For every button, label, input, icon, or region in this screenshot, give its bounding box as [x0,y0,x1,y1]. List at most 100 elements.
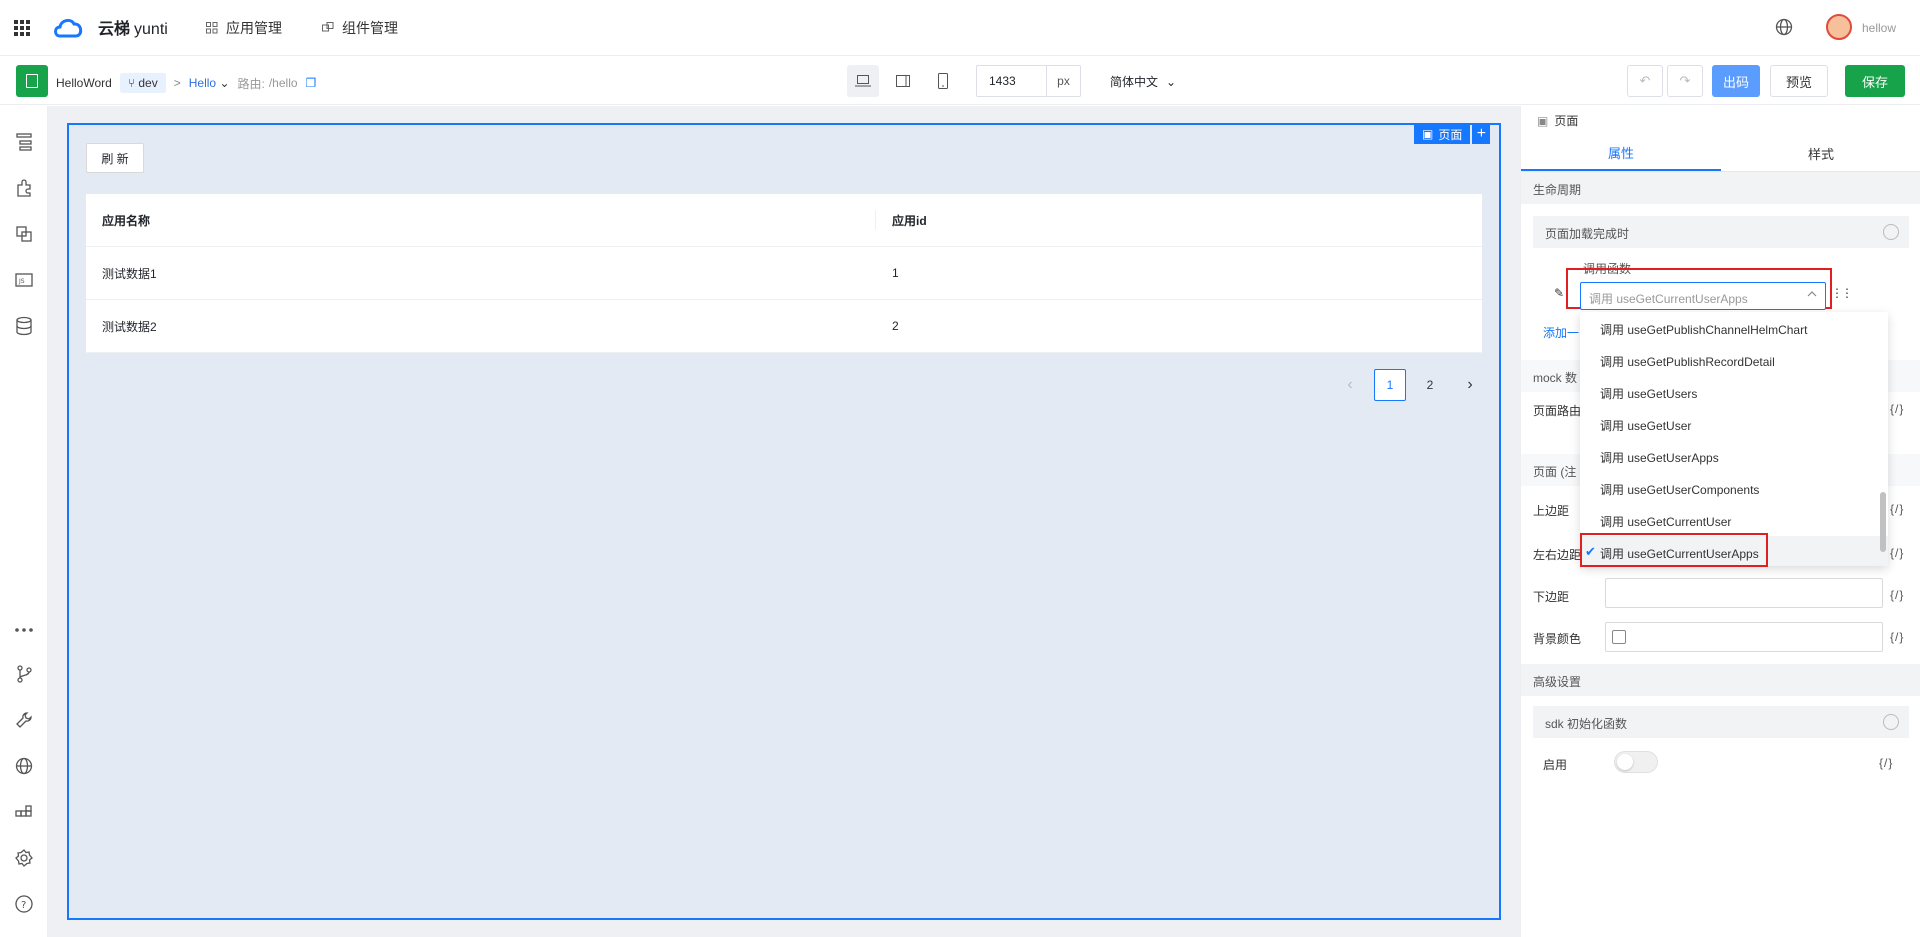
language-select[interactable]: 简体中文 ⌄ [1110,73,1176,90]
lifecycle-event[interactable]: 页面加载完成时 [1533,216,1909,248]
add-action-link[interactable]: 添加一 [1543,324,1579,341]
top-bar: 云梯 yunti 应用管理 组件管理 hellow [0,0,1920,56]
user-name[interactable]: hellow [1862,21,1896,35]
lifecycle-section[interactable]: 生命周期 [1521,172,1920,204]
save-button[interactable]: 保存 [1845,65,1905,97]
desktop-view-button[interactable] [847,65,879,97]
puzzle-plugin-icon[interactable] [14,178,34,198]
advanced-section[interactable]: 高级设置 [1521,664,1920,696]
event-label: 页面加载完成时 [1545,227,1630,241]
more-dots-icon[interactable] [14,620,34,640]
js-code-icon[interactable]: JS [14,270,34,290]
tablet-view-button[interactable] [887,65,919,97]
dropdown-option[interactable]: 调用 useGetUserApps [1580,440,1888,472]
expression-toggle[interactable]: {/} [1890,502,1904,516]
panel-tabs: 属性 样式 [1521,136,1920,172]
expression-toggle[interactable]: {/} [1890,546,1904,560]
panel-title: 页面 [1554,114,1579,128]
sdk-init-row[interactable]: sdk 初始化函数 [1533,706,1909,738]
app-name[interactable]: HelloWord [56,76,112,90]
settings-gear-icon[interactable] [14,848,34,868]
dropdown-option[interactable]: 调用 useGetCurrentUser [1580,504,1888,536]
undo-button[interactable]: ↶ [1627,65,1663,97]
route-label: 路由: [237,76,265,91]
table-row[interactable]: 测试数据1 1 [86,247,1482,300]
tab-styles[interactable]: 样式 [1721,136,1920,171]
drag-handle-icon[interactable]: ⋮⋮ [1831,286,1853,300]
dropdown-option[interactable]: 调用 useGetUserComponents [1580,472,1888,504]
switch-icon[interactable] [1883,714,1899,730]
export-code-button[interactable]: 出码 [1712,65,1760,97]
left-sidebar: JS ? [0,106,48,937]
column-header[interactable]: 应用名称 [86,210,876,230]
add-component-button[interactable]: + [1472,124,1491,144]
chevron-down-icon: ⌄ [1166,74,1177,89]
brand-name-cn: 云梯 [98,21,131,38]
globe-icon[interactable] [14,756,34,776]
route-param-label: 页面路由 [1533,404,1582,418]
redo-button[interactable]: ↷ [1667,65,1703,97]
svg-text:?: ? [21,900,26,911]
page-button-2[interactable]: 2 [1414,369,1446,401]
preview-button[interactable]: 预览 [1770,65,1828,97]
width-value[interactable]: 1433 [977,66,1046,96]
nav-component-management[interactable]: 组件管理 [322,18,398,38]
enable-label: 启用 [1543,758,1568,772]
avatar[interactable] [1826,14,1852,40]
tab-properties[interactable]: 属性 [1521,136,1721,171]
next-page-button[interactable]: › [1454,369,1486,401]
brand-logo[interactable]: 云梯 yunti [52,14,168,40]
edit-icon[interactable]: ✎ [1554,286,1564,300]
prev-page-button[interactable]: ‹ [1334,369,1366,401]
function-select[interactable]: 调用 useGetCurrentUserApps [1580,282,1826,310]
copy-icon[interactable]: ❐ [306,76,317,90]
top-nav: 应用管理 组件管理 [206,18,398,38]
database-icon[interactable] [14,316,34,336]
page-selector[interactable]: Hello ⌄ [189,76,230,90]
page-tag-label: 页面 [1438,127,1463,142]
app-grid-icon[interactable] [14,20,30,36]
bg-color-input[interactable] [1605,622,1883,652]
dropdown-scrollbar[interactable] [1880,492,1886,552]
layout-toggle-button[interactable] [16,65,48,97]
wrench-icon[interactable] [14,710,34,730]
cloud-logo-icon [54,18,83,38]
globe-icon[interactable] [1775,18,1793,36]
refresh-button[interactable]: 刷 新 [86,143,144,173]
sdk-init-label: sdk 初始化函数 [1545,717,1628,731]
outline-tree-icon[interactable] [14,132,34,152]
dropdown-option[interactable]: 调用 useGetPublishRecordDetail [1580,344,1888,376]
switch-icon[interactable] [1883,224,1899,240]
nav-label: 应用管理 [226,20,282,36]
nav-app-management[interactable]: 应用管理 [206,18,282,38]
page-button-1[interactable]: 1 [1374,369,1406,401]
branch-badge[interactable]: ⑂ dev [119,73,166,93]
brand-name-en: yunti [134,21,168,38]
color-swatch[interactable] [1612,630,1626,644]
dropdown-option[interactable]: 调用 useGetUsers [1580,376,1888,408]
dropdown-option[interactable]: 调用 useGetUser [1580,408,1888,440]
blocks-icon[interactable] [14,802,34,822]
bottom-margin-input[interactable] [1605,578,1883,608]
canvas-width-input[interactable]: 1433 px [976,65,1081,97]
table-cell: 测试数据1 [102,266,157,281]
bottom-margin-label: 下边距 [1533,590,1570,604]
component-layers-icon[interactable] [14,224,34,244]
branch-label: dev [138,76,158,90]
help-icon[interactable]: ? [14,894,34,914]
data-table: 应用名称 应用id 测试数据1 1 测试数据2 2 [86,194,1482,353]
expression-toggle[interactable]: {/} [1879,756,1893,770]
git-branch-icon[interactable] [14,664,34,684]
expression-toggle[interactable]: {/} [1890,588,1904,602]
dropdown-option[interactable]: 调用 useGetPublishChannelHelmChart [1580,312,1888,344]
page-tag[interactable]: ▣ 页面 + [1414,124,1491,144]
enable-toggle[interactable] [1614,751,1658,773]
expression-toggle[interactable]: {/} [1890,630,1904,644]
table-cell: 测试数据2 [102,319,157,334]
column-header[interactable]: 应用id [876,212,927,229]
table-row[interactable]: 测试数据2 2 [86,300,1482,353]
expression-toggle[interactable]: {/} [1890,402,1904,416]
mobile-view-button[interactable] [927,65,959,97]
chevron-down-icon: ⌄ [219,76,230,90]
bg-color-label: 背景颜色 [1533,632,1582,646]
